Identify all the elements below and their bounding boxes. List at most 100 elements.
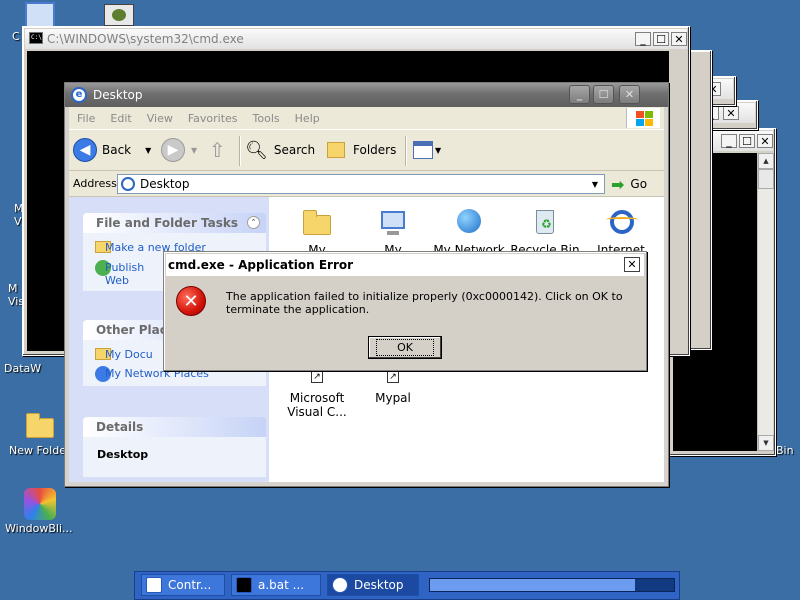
internet-explorer-icon [605,207,638,239]
details-title: Details [96,420,144,434]
folders-label: Folders [353,143,397,157]
recycle-bin-icon: ♻ [529,207,561,239]
desktop-icon-windowblinds[interactable]: WindowBli... [0,488,80,535]
minimize-button[interactable]: _ [721,134,737,148]
control-panel-icon [112,9,126,21]
my-documents-link[interactable]: My Docu [105,348,153,361]
desktop-icon-dataw[interactable]: DataW [4,362,41,375]
close-button[interactable]: ✕ [723,106,739,120]
desktop-icon-recycle-bin-partial[interactable]: Bin [776,444,794,457]
task-desktop[interactable]: Desktop [327,574,419,596]
views-button[interactable]: ▼ [413,137,441,163]
application-error-dialog[interactable]: cmd.exe - Application Error ✕ ✕ The appl… [163,251,647,371]
details-header[interactable]: Details [83,417,266,437]
console-icon: C:\ [29,32,43,44]
task-label: Desktop [354,578,404,592]
my-network-places-icon [453,207,485,239]
forward-arrow-icon: ▶ [161,138,185,162]
folder-icon [24,410,56,442]
my-computer-icon [377,207,409,239]
publish-link-2[interactable]: Web [105,274,129,287]
microsoft-visual-c-item[interactable]: ↗ Microsoft Visual C... [279,369,355,419]
back-arrow-icon: ◀ [73,138,97,162]
mypal-item[interactable]: ↗ Mypal [355,369,431,405]
item-label: Mypal [375,391,411,405]
internet-item[interactable]: Internet [583,207,659,257]
computer-icon [25,2,55,28]
cmd-window-title: C:\WINDOWS\system32\cmd.exe [47,32,244,46]
dialog-title: cmd.exe - Application Error [168,258,354,272]
chevron-down-icon[interactable]: ▼ [587,176,603,192]
go-label: Go [630,177,648,191]
views-icon [413,141,433,159]
menu-tools[interactable]: Tools [253,112,280,125]
task-control-panel[interactable]: Contr... [141,574,225,596]
menu-bar: File Edit View Favorites Tools Help [69,107,664,129]
file-folder-tasks-title: File and Folder Tasks [96,216,239,230]
error-icon: ✕ [176,286,206,316]
search-label: Search [273,143,316,157]
maximize-button[interactable]: ☐ [739,134,755,148]
menu-view[interactable]: View [147,112,173,125]
task-label: Contr... [168,578,212,592]
menu-file[interactable]: File [77,112,95,125]
ie-icon: e [71,87,87,103]
close-button[interactable]: ✕ [624,257,640,272]
item-label: Microsoft Visual C... [287,391,347,419]
address-value: Desktop [140,177,190,191]
minimize-button[interactable]: _ [569,85,590,104]
maximize-button[interactable]: ☐ [653,32,669,46]
desktop-icon-label: WindowBli... [5,522,73,535]
back-label: Back [102,143,132,157]
search-button[interactable]: 🔍︎ Search [245,137,315,163]
menu-favorites[interactable]: Favorites [188,112,238,125]
menu-help[interactable]: Help [295,112,320,125]
details-body: Desktop [83,437,266,477]
ok-button[interactable]: OK [368,336,442,359]
file-folder-tasks-header[interactable]: File and Folder Tasks ⌃ [83,213,266,233]
back-button[interactable]: ◀ Back ▼ [73,137,151,163]
scroll-up-button[interactable]: ▲ [758,153,774,169]
folders-icon [327,142,345,158]
search-icon: 🔍︎ [245,139,268,161]
my-documents-item[interactable]: My [279,207,355,257]
dialog-message: The application failed to initialize pro… [226,290,623,316]
close-button[interactable]: ✕ [757,134,773,148]
ie-icon [332,577,348,593]
chevron-down-icon[interactable]: ▼ [145,146,151,155]
chevron-down-icon[interactable]: ▼ [191,146,197,155]
publish-link[interactable]: Publish [105,261,144,274]
address-field[interactable]: Desktop ▼ [117,174,605,194]
task-a-bat[interactable]: a.bat ... [231,574,321,596]
cmd-window-titlebar[interactable]: C:\ C:\WINDOWS\system32\cmd.exe _ ☐ ✕ [25,29,687,49]
explorer-titlebar[interactable]: e Desktop _ ☐ ✕ [65,83,668,107]
chevron-up-icon[interactable]: ⌃ [247,216,260,229]
taskbar: Contr... a.bat ... Desktop [134,571,680,600]
toolbar-separator [405,136,406,166]
folders-button[interactable]: Folders [327,137,396,163]
go-button[interactable]: ➡ Go [611,174,647,194]
close-button[interactable]: ✕ [671,32,687,46]
progress-bar [429,578,675,592]
dialog-titlebar[interactable]: cmd.exe - Application Error ✕ [166,254,644,276]
my-computer-item[interactable]: My [355,207,431,257]
my-network-item[interactable]: My Network [431,207,507,257]
desktop-icon-top-2[interactable] [104,4,134,26]
toolbar-separator [239,136,240,166]
up-button[interactable]: ⇧ [209,137,226,163]
scroll-thumb[interactable] [758,169,774,189]
control-panel-icon [146,577,162,593]
forward-button[interactable]: ▶ ▼ [161,137,197,163]
explorer-title: Desktop [93,88,143,102]
minimize-button[interactable]: _ [635,32,651,46]
scroll-down-button[interactable]: ▼ [758,435,774,451]
progress-fill [430,579,635,591]
close-button[interactable]: ✕ [619,85,640,104]
details-value: Desktop [97,448,149,461]
maximize-button[interactable]: ☐ [593,85,614,104]
address-label: Address [73,177,117,190]
scrollbar[interactable]: ▲ ▼ [757,153,774,451]
windows-logo-icon [626,108,660,128]
recycle-bin-item[interactable]: ♻ Recycle Bin [507,207,583,257]
menu-edit[interactable]: Edit [110,112,131,125]
